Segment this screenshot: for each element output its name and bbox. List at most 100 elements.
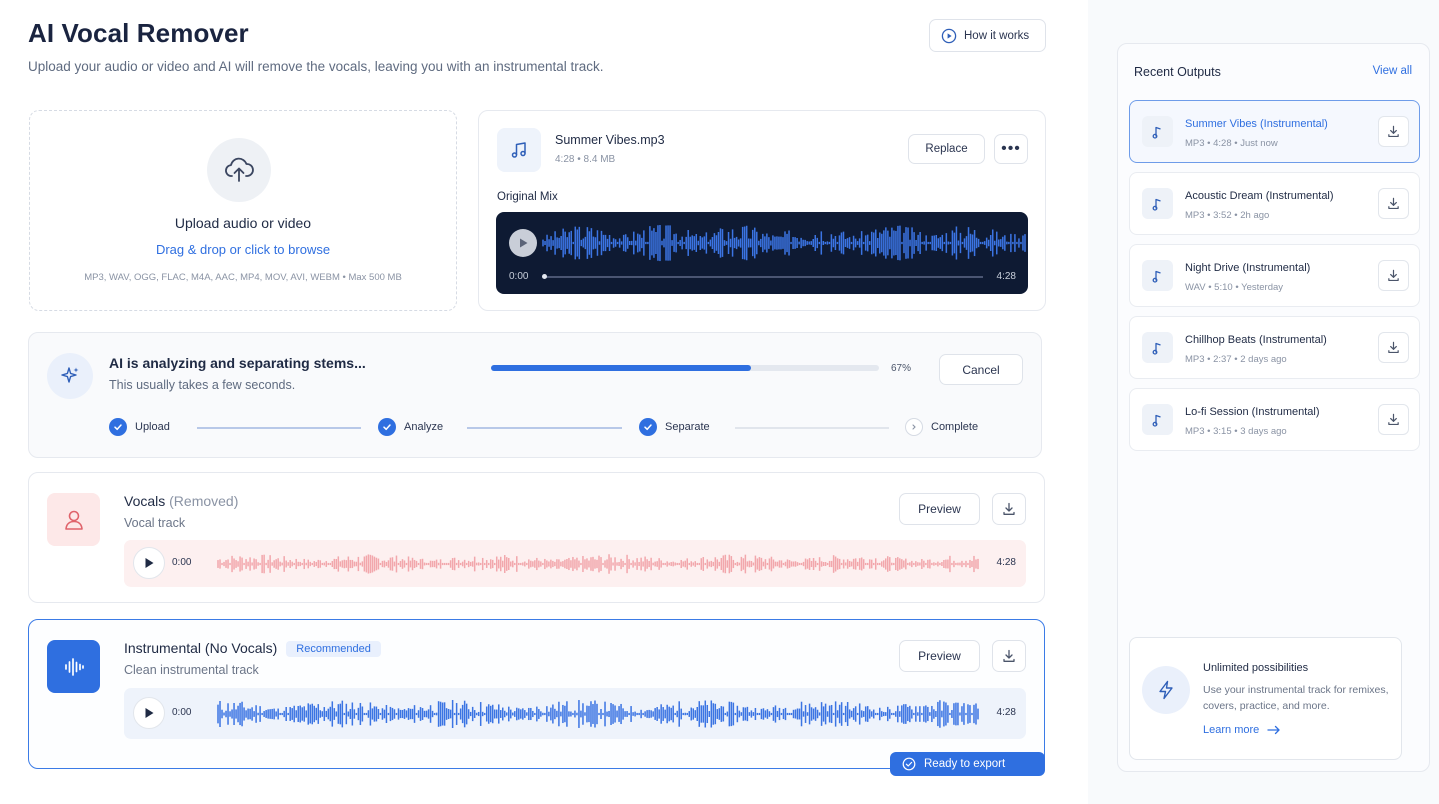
- upload-dropzone[interactable]: Upload audio or video Drag & drop or cli…: [29, 110, 457, 311]
- bolt-icon: [1142, 666, 1190, 714]
- progress-bar-fill: [491, 365, 751, 371]
- vocals-player: 0:00 4:28: [124, 540, 1026, 587]
- view-all-link[interactable]: View all: [1373, 65, 1412, 77]
- recent-outputs-panel: Recent Outputs View all Summer Vibes (In…: [1117, 43, 1430, 772]
- step-label: Complete: [931, 421, 979, 433]
- play-icon: [145, 558, 154, 568]
- output-name: Summer Vibes (Instrumental): [1185, 118, 1328, 130]
- cancel-button[interactable]: Cancel: [939, 354, 1023, 385]
- download-icon: [1388, 413, 1399, 426]
- upload-title: Upload audio or video: [174, 215, 312, 231]
- how-it-works-button[interactable]: How it works: [929, 19, 1046, 52]
- download-button[interactable]: [1378, 188, 1409, 219]
- current-time: 0:00: [172, 557, 192, 568]
- browse-link[interactable]: Drag & drop or click to browse: [30, 242, 456, 257]
- supported-formats: MP3, WAV, OGG, FLAC, M4A, AAC, MP4, MOV,…: [84, 272, 402, 283]
- music-note-icon: [1142, 404, 1173, 435]
- vocals-waveform[interactable]: [217, 546, 979, 582]
- step-upload: Upload: [109, 418, 170, 436]
- instrumental-title: Instrumental (No Vocals) Recommended: [124, 640, 381, 657]
- instrumental-waveform[interactable]: [217, 696, 979, 732]
- user-icon: [47, 493, 100, 546]
- replace-button[interactable]: Replace: [908, 134, 985, 164]
- play-icon: [145, 708, 154, 718]
- check-icon: [109, 418, 127, 436]
- analysis-progress-card: AI is analyzing and separating stems... …: [28, 332, 1042, 458]
- current-time: 0:00: [172, 707, 192, 718]
- step-analyze: Analyze: [378, 418, 443, 436]
- step-connector: [197, 427, 361, 429]
- how-it-works-label: How it works: [964, 29, 1030, 42]
- analysis-subtitle: This usually takes a few seconds.: [109, 378, 296, 392]
- recent-output-item[interactable]: Acoustic Dream (Instrumental) MP3 • 3:52…: [1129, 172, 1420, 235]
- current-time: 0:00: [509, 271, 529, 282]
- music-note-icon: [1142, 188, 1173, 219]
- play-circle-icon: [941, 28, 957, 43]
- recent-output-item[interactable]: Night Drive (Instrumental) WAV • 5:10 • …: [1129, 244, 1420, 307]
- download-icon: [1003, 502, 1015, 515]
- step-label: Upload: [135, 421, 170, 433]
- download-icon: [1388, 125, 1399, 138]
- ready-to-export-badge[interactable]: Ready to export: [890, 752, 1045, 776]
- instrumental-download-button[interactable]: [992, 640, 1026, 672]
- file-card: Summer Vibes.mp3 4:28 • 8.4 MB Replace •…: [478, 110, 1046, 311]
- recent-output-item[interactable]: Chillhop Beats (Instrumental) MP3 • 2:37…: [1129, 316, 1420, 379]
- step-label: Analyze: [404, 421, 444, 433]
- original-mix-player: 0:00 4:28: [496, 212, 1028, 294]
- more-options-button[interactable]: •••: [994, 134, 1028, 164]
- learn-more-link[interactable]: Learn more: [1203, 724, 1281, 736]
- output-meta: MP3 • 2:37 • 2 days ago: [1185, 354, 1287, 365]
- arrow-right-icon: [1267, 725, 1280, 735]
- step-label: Separate: [665, 421, 710, 433]
- instrumental-preview-button[interactable]: Preview: [899, 640, 980, 672]
- file-name: Summer Vibes.mp3: [555, 133, 665, 147]
- check-circle-icon: [902, 757, 916, 771]
- music-note-icon: [1142, 260, 1173, 291]
- original-waveform[interactable]: [542, 224, 1026, 262]
- download-icon: [1388, 197, 1399, 210]
- total-time: 4:28: [996, 271, 1016, 282]
- seek-knob[interactable]: [542, 274, 547, 279]
- output-name: Night Drive (Instrumental): [1185, 262, 1311, 274]
- instrumental-stem-card: Instrumental (No Vocals) Recommended Clea…: [28, 619, 1045, 769]
- output-meta: MP3 • 3:15 • 3 days ago: [1185, 426, 1287, 437]
- vocals-download-button[interactable]: [992, 493, 1026, 525]
- play-button[interactable]: [133, 697, 165, 729]
- promo-title: Unlimited possibilities: [1203, 662, 1309, 674]
- output-name: Acoustic Dream (Instrumental): [1185, 190, 1334, 202]
- progress-bar: [491, 365, 879, 371]
- step-complete: Complete: [905, 418, 978, 436]
- file-meta: 4:28 • 8.4 MB: [555, 154, 616, 165]
- seek-track[interactable]: [545, 276, 983, 278]
- vocals-stem-card: Vocals (Removed) Vocal track Preview 0:0…: [28, 472, 1045, 603]
- download-button[interactable]: [1378, 116, 1409, 147]
- instrumental-player: 0:00 4:28: [124, 688, 1026, 739]
- step-connector: [467, 427, 622, 429]
- original-mix-label: Original Mix: [497, 191, 558, 203]
- play-button[interactable]: [509, 229, 537, 257]
- recent-output-item[interactable]: Summer Vibes (Instrumental) MP3 • 4:28 •…: [1129, 100, 1420, 163]
- recommended-badge: Recommended: [286, 641, 381, 657]
- play-button[interactable]: [133, 547, 165, 579]
- sparkle-icon: [47, 353, 93, 399]
- download-button[interactable]: [1378, 332, 1409, 363]
- promo-text: Use your instrumental track for remixes,…: [1203, 684, 1389, 712]
- download-button[interactable]: [1378, 404, 1409, 435]
- analysis-title: AI is analyzing and separating stems...: [109, 355, 366, 371]
- output-meta: WAV • 5:10 • Yesterday: [1185, 282, 1284, 293]
- vocals-preview-button[interactable]: Preview: [899, 493, 980, 525]
- cloud-upload-icon: [207, 138, 271, 202]
- output-meta: MP3 • 3:52 • 2h ago: [1185, 210, 1270, 221]
- promo-card: Unlimited possibilities Use your instrum…: [1129, 637, 1402, 760]
- vocals-title: Vocals (Removed): [124, 493, 239, 509]
- check-icon: [639, 418, 657, 436]
- ready-label: Ready to export: [924, 758, 1006, 770]
- total-time: 4:28: [996, 557, 1016, 568]
- music-note-icon: [1142, 116, 1173, 147]
- music-note-icon: [1142, 332, 1173, 363]
- recent-output-item[interactable]: Lo-fi Session (Instrumental) MP3 • 3:15 …: [1129, 388, 1420, 451]
- download-icon: [1388, 341, 1399, 354]
- check-icon: [378, 418, 396, 436]
- download-button[interactable]: [1378, 260, 1409, 291]
- play-icon: [520, 238, 528, 248]
